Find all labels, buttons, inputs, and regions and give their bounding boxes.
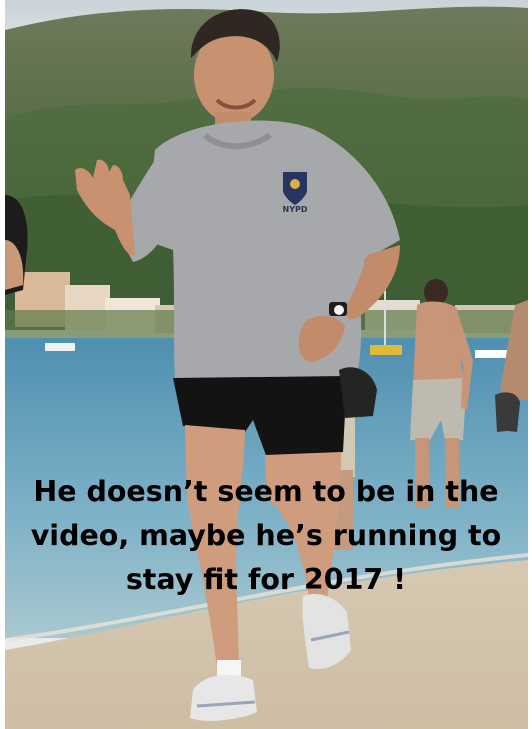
meme-image: NYPD He doesn’t seem to be in the video,… [0, 0, 532, 729]
left-border [0, 0, 5, 729]
beach-photo: NYPD [5, 0, 528, 729]
caption-line-1: He doesn’t seem to be in the [33, 475, 499, 508]
caption-line-3: stay fit for 2017 ! [125, 563, 407, 596]
caption-line-2: video, maybe he’s running to [30, 519, 502, 552]
meme-caption: He doesn’t seem to be in the video, mayb… [0, 470, 532, 602]
nypd-text: NYPD [283, 205, 308, 214]
right-border [528, 0, 532, 729]
